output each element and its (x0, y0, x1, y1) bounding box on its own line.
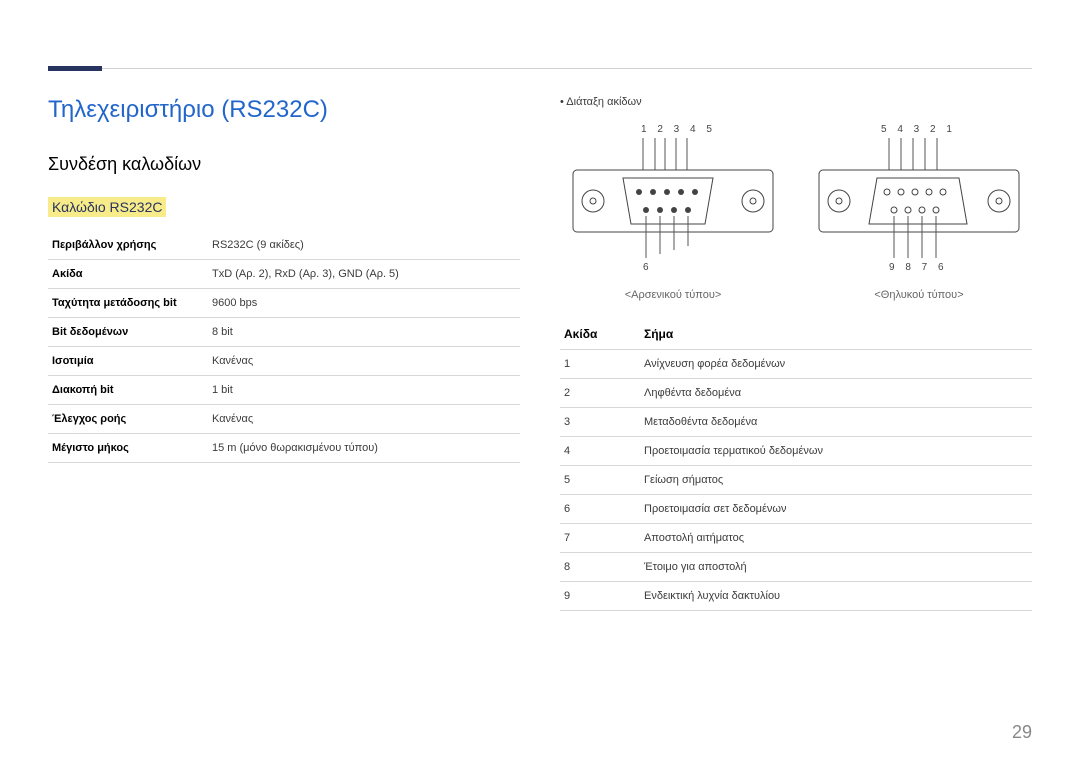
pin-signal: Προετοιμασία τερματικού δεδομένων (640, 437, 1032, 466)
table-row: Μέγιστο μήκος15 m (μόνο θωρακισμένου τύπ… (48, 434, 520, 463)
table-row: 2Ληφθέντα δεδομένα (560, 379, 1032, 408)
spec-key: Ταχύτητα μετάδοσης bit (48, 289, 208, 318)
page-title: Τηλεχειριστήριο (RS232C) (48, 96, 520, 124)
spec-value: 8 bit (208, 318, 520, 347)
spec-key: Περιβάλλον χρήσης (48, 231, 208, 260)
female-connector-label: <Θηλυκού τύπου> (806, 289, 1032, 301)
subsection-heading: Καλώδιο RS232C (48, 197, 166, 217)
pin-signal-table: Ακίδα Σήμα 1Ανίχνευση φορέα δεδομένων 2Λ… (560, 319, 1032, 611)
pin-header-signal: Σήμα (640, 319, 1032, 350)
spec-key: Έλεγχος ροής (48, 405, 208, 434)
top-divider (48, 68, 1032, 69)
pin-signal: Ανίχνευση φορέα δεδομένων (640, 350, 1032, 379)
table-row: 9Ενδεικτική λυχνία δακτυλίου (560, 582, 1032, 611)
right-column: • Διάταξη ακίδων 1 2 3 4 5 (560, 96, 1032, 715)
female-connector-block: 5 4 3 2 1 (806, 118, 1032, 301)
table-row: Διακοπή bit1 bit (48, 376, 520, 405)
pin-number: 3 (560, 408, 640, 437)
table-row: 4Προετοιμασία τερματικού δεδομένων (560, 437, 1032, 466)
male-top-numbers: 1 2 3 4 5 (641, 124, 716, 135)
spec-value: Κανένας (208, 405, 520, 434)
male-connector-label: <Αρσενικού τύπου> (560, 289, 786, 301)
male-connector-block: 1 2 3 4 5 (560, 118, 786, 301)
table-row: 7Αποστολή αιτήματος (560, 524, 1032, 553)
top-accent-mark (48, 66, 102, 71)
pin-signal: Μεταδοθέντα δεδομένα (640, 408, 1032, 437)
spec-value: Κανένας (208, 347, 520, 376)
male-bottom-number: 6 (643, 262, 653, 273)
spec-key: Ακίδα (48, 260, 208, 289)
spec-value: 1 bit (208, 376, 520, 405)
spec-key: Μέγιστο μήκος (48, 434, 208, 463)
pin-signal: Γείωση σήματος (640, 466, 1032, 495)
db9-male-icon: 1 2 3 4 5 (563, 118, 783, 278)
pin-signal: Προετοιμασία σετ δεδομένων (640, 495, 1032, 524)
pin-number: 7 (560, 524, 640, 553)
table-row: Έλεγχος ροήςΚανένας (48, 405, 520, 434)
table-row: 1Ανίχνευση φορέα δεδομένων (560, 350, 1032, 379)
spec-value: TxD (Αρ. 2), RxD (Αρ. 3), GND (Αρ. 5) (208, 260, 520, 289)
pin-signal: Ενδεικτική λυχνία δακτυλίου (640, 582, 1032, 611)
table-row: Περιβάλλον χρήσηςRS232C (9 ακίδες) (48, 231, 520, 260)
table-row: 3Μεταδοθέντα δεδομένα (560, 408, 1032, 437)
db9-female-icon: 5 4 3 2 1 (809, 118, 1029, 278)
pin-number: 9 (560, 582, 640, 611)
pin-number: 6 (560, 495, 640, 524)
connector-diagrams: 1 2 3 4 5 (560, 118, 1032, 301)
pin-number: 8 (560, 553, 640, 582)
spec-key: Διακοπή bit (48, 376, 208, 405)
table-row: 8Έτοιμο για αποστολή (560, 553, 1032, 582)
pin-arrangement-bullet: • Διάταξη ακίδων (560, 96, 1032, 108)
table-row: Ταχύτητα μετάδοσης bit9600 bps (48, 289, 520, 318)
pin-number: 2 (560, 379, 640, 408)
pin-header-pin: Ακίδα (560, 319, 640, 350)
pin-signal: Έτοιμο για αποστολή (640, 553, 1032, 582)
spec-table: Περιβάλλον χρήσηςRS232C (9 ακίδες) Ακίδα… (48, 231, 520, 463)
pin-number: 1 (560, 350, 640, 379)
spec-value: RS232C (9 ακίδες) (208, 231, 520, 260)
pin-number: 5 (560, 466, 640, 495)
spec-key: Ισοτιμία (48, 347, 208, 376)
female-top-numbers: 5 4 3 2 1 (881, 124, 956, 135)
table-row: 5Γείωση σήματος (560, 466, 1032, 495)
pin-signal: Ληφθέντα δεδομένα (640, 379, 1032, 408)
content-area: Τηλεχειριστήριο (RS232C) Συνδέση καλωδίω… (48, 96, 1032, 715)
pin-signal: Αποστολή αιτήματος (640, 524, 1032, 553)
spec-value: 15 m (μόνο θωρακισμένου τύπου) (208, 434, 520, 463)
table-row: Bit δεδομένων8 bit (48, 318, 520, 347)
table-row: 6Προετοιμασία σετ δεδομένων (560, 495, 1032, 524)
left-column: Τηλεχειριστήριο (RS232C) Συνδέση καλωδίω… (48, 96, 520, 715)
table-row: ΙσοτιμίαΚανένας (48, 347, 520, 376)
female-bottom-numbers: 9 8 7 6 (889, 262, 948, 273)
pin-number: 4 (560, 437, 640, 466)
spec-key: Bit δεδομένων (48, 318, 208, 347)
table-row: ΑκίδαTxD (Αρ. 2), RxD (Αρ. 3), GND (Αρ. … (48, 260, 520, 289)
spec-value: 9600 bps (208, 289, 520, 318)
page-number: 29 (1012, 722, 1032, 743)
section-heading: Συνδέση καλωδίων (48, 154, 520, 175)
